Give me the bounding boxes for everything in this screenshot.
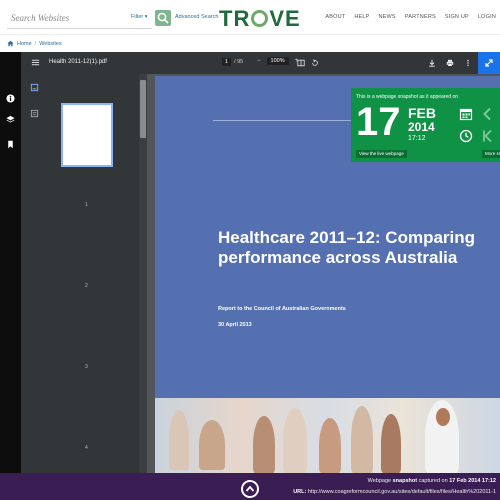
expand-info-button[interactable] [241, 480, 259, 498]
search-button[interactable] [155, 10, 171, 26]
page-thumbnail-1[interactable] [61, 103, 113, 167]
photo-person [351, 406, 373, 473]
photo-person [199, 420, 225, 470]
calendar-icon [459, 108, 472, 120]
menu-icon[interactable] [31, 58, 40, 67]
fit-page-icon[interactable] [297, 59, 305, 67]
url-label: URL: [293, 489, 307, 495]
nav-help[interactable]: HELP [354, 14, 369, 20]
download-button[interactable] [424, 55, 440, 71]
snapshot-badge: This is a webpage snapshot as it appeare… [351, 88, 500, 162]
nav-about[interactable]: ABOUT [325, 14, 345, 20]
photo-person [319, 418, 341, 473]
home-icon[interactable] [7, 40, 14, 47]
snapshot-year: 2014 [408, 120, 435, 134]
zoom-level[interactable]: 100% [266, 57, 289, 65]
search-input[interactable] [11, 10, 121, 26]
thumbnail-number: 1 [85, 202, 88, 208]
breadcrumb-separator: / [34, 40, 37, 47]
pdf-filename: Health 2011-12(1).pdf [49, 59, 107, 65]
page-total: / 95 [234, 59, 244, 65]
pdf-toolbar: Health 2011-12(1).pdf 1 / 95 − 100% + [21, 52, 500, 74]
capture-mid: captured on [418, 478, 448, 484]
document-title: Healthcare 2011–12: Comparing performanc… [218, 228, 476, 267]
chevron-left-icon [483, 107, 491, 120]
capture-info: Webpage snapshot captured on 17 Feb 2014… [368, 478, 496, 484]
photo-person [169, 410, 189, 470]
logo-text-left: TR [219, 6, 251, 31]
calendar-button[interactable] [457, 105, 474, 122]
capture-strong: snapshot [392, 478, 418, 484]
page-indicator: 1 / 95 [222, 58, 243, 66]
previous-snapshot-button[interactable] [480, 105, 494, 122]
snapshot-time: 17:12 [408, 135, 426, 142]
clock-icon [459, 129, 472, 142]
layers-icon[interactable] [6, 115, 15, 124]
breadcrumb-websites[interactable]: Websites [39, 41, 62, 47]
zoom-out-button[interactable]: − [257, 58, 261, 64]
page-number-input[interactable]: 1 [222, 58, 232, 66]
fullscreen-button[interactable] [478, 52, 500, 74]
rotate-icon[interactable] [311, 59, 319, 67]
advanced-search-link[interactable]: Advanced Search [175, 14, 218, 20]
capture-url: URL: http://www.coagreformcouncil.gov.au… [293, 489, 496, 495]
capture-prefix: Webpage [367, 478, 392, 484]
snapshot-day: 17 [356, 100, 401, 144]
breadcrumb: Home / Websites [7, 40, 62, 47]
download-icon [429, 59, 435, 67]
more-snapshots-button[interactable]: More sn [482, 150, 500, 158]
nav-partners[interactable]: PARTNERS [405, 14, 436, 20]
scrollbar-thumb[interactable] [140, 80, 146, 138]
cover-photo [155, 398, 500, 473]
page-rule [213, 120, 353, 121]
trove-logo[interactable]: TR VE [219, 6, 301, 32]
bookmark-icon[interactable] [6, 140, 15, 149]
thumbnail-scrollbar[interactable] [139, 74, 147, 473]
photo-person [253, 416, 275, 473]
outline-tab-icon[interactable] [30, 109, 39, 118]
chevron-up-icon [245, 485, 255, 492]
document-subtitle: Report to the Council of Australian Gove… [218, 306, 346, 312]
print-button[interactable] [442, 55, 458, 71]
site-header: Filter ▾ Advanced Search TR VE ABOUT HELP… [0, 0, 500, 34]
zoom-controls: − 100% + [257, 57, 298, 65]
photo-person [381, 414, 401, 473]
toolbar-actions [424, 52, 500, 74]
skip-back-icon [483, 129, 492, 142]
more-vert-icon [467, 59, 469, 67]
filter-dropdown[interactable]: Filter ▾ [131, 14, 148, 20]
logo-text-right: VE [269, 6, 301, 31]
history-button[interactable] [457, 127, 474, 144]
expand-icon [485, 59, 493, 67]
photo-person [436, 408, 450, 426]
nav-login[interactable]: LOGIN [478, 14, 496, 20]
nav-news[interactable]: NEWS [379, 14, 396, 20]
info-icon[interactable] [6, 94, 15, 103]
document-date: 30 April 2013 [218, 322, 252, 328]
side-rail [0, 52, 21, 473]
breadcrumb-home[interactable]: Home [17, 41, 32, 47]
thumbnail-number: 3 [85, 364, 88, 370]
more-actions-button[interactable] [460, 55, 476, 71]
top-nav: ABOUT HELP NEWS PARTNERS SIGN UP LOGIN [325, 14, 496, 20]
logo-ring-icon [251, 10, 269, 27]
view-live-webpage-button[interactable]: View the live webpage [356, 150, 407, 158]
photo-person [283, 408, 307, 473]
thumbnail-panel: 1 2 3 4 [21, 74, 139, 473]
breadcrumb-bar: Home / Websites [0, 34, 500, 52]
thumbnail-number: 4 [85, 445, 88, 451]
first-snapshot-button[interactable] [480, 127, 494, 144]
thumbnails-tab-icon[interactable] [30, 83, 39, 92]
capture-date: 17 Feb 2014 17:12 [449, 478, 496, 484]
print-icon [446, 59, 454, 67]
search-icon [157, 12, 169, 24]
snapshot-month: FEB [408, 105, 436, 121]
trove-webarchive-page: Filter ▾ Advanced Search TR VE ABOUT HELP… [0, 0, 500, 500]
thumbnail-number: 2 [85, 283, 88, 289]
url-value[interactable]: http://www.coagreformcouncil.gov.au/site… [308, 489, 496, 495]
nav-sign-up[interactable]: SIGN UP [445, 14, 469, 20]
